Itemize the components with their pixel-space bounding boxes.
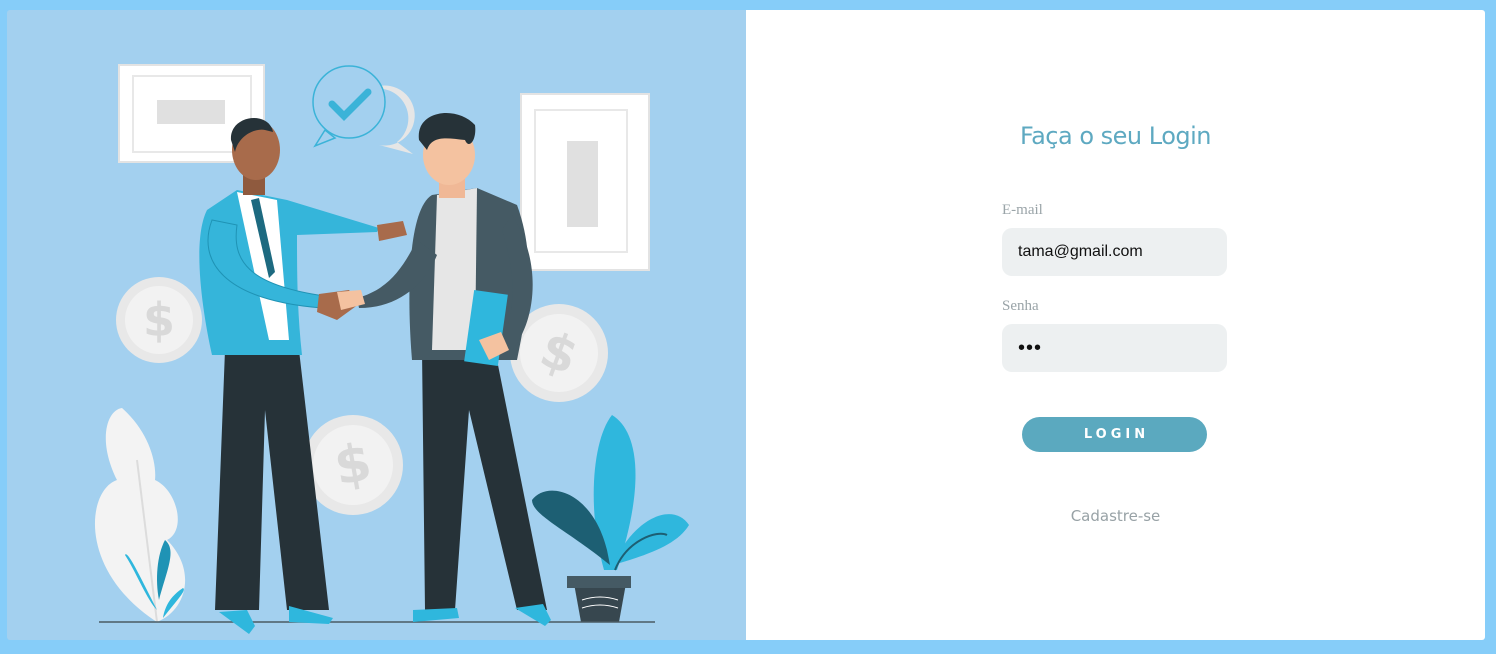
svg-text:$: $ xyxy=(143,293,175,347)
plant-left xyxy=(94,408,186,623)
coin-center: $ xyxy=(303,415,403,515)
potted-plant xyxy=(532,415,689,622)
login-panel: Faça o seu Login E-mail Senha LOGIN Cada… xyxy=(746,10,1485,640)
check-speech-bubble-icon xyxy=(312,65,415,154)
illustration-svg: $ $ $ xyxy=(94,64,689,634)
register-link-container: Cadastre-se xyxy=(746,507,1485,525)
login-form: E-mail Senha xyxy=(1002,200,1228,372)
picture-frame-right xyxy=(520,93,650,271)
login-card: $ $ $ Faça o seu Login E-mail tama@gmail… xyxy=(7,10,1485,640)
login-title: Faça o seu Login xyxy=(1019,122,1212,150)
email-label: E-mail xyxy=(1002,202,1043,218)
password-label: Senha xyxy=(1002,298,1039,314)
man-blue-suit xyxy=(199,118,407,634)
login-button[interactable]: LOGIN xyxy=(1022,417,1207,452)
coin-left: $ xyxy=(116,277,202,363)
register-link[interactable]: Cadastre-se xyxy=(1071,507,1161,525)
password-field[interactable] xyxy=(1002,324,1227,372)
handshake-illustration: $ $ $ xyxy=(7,10,746,640)
email-field[interactable] xyxy=(1002,228,1227,276)
